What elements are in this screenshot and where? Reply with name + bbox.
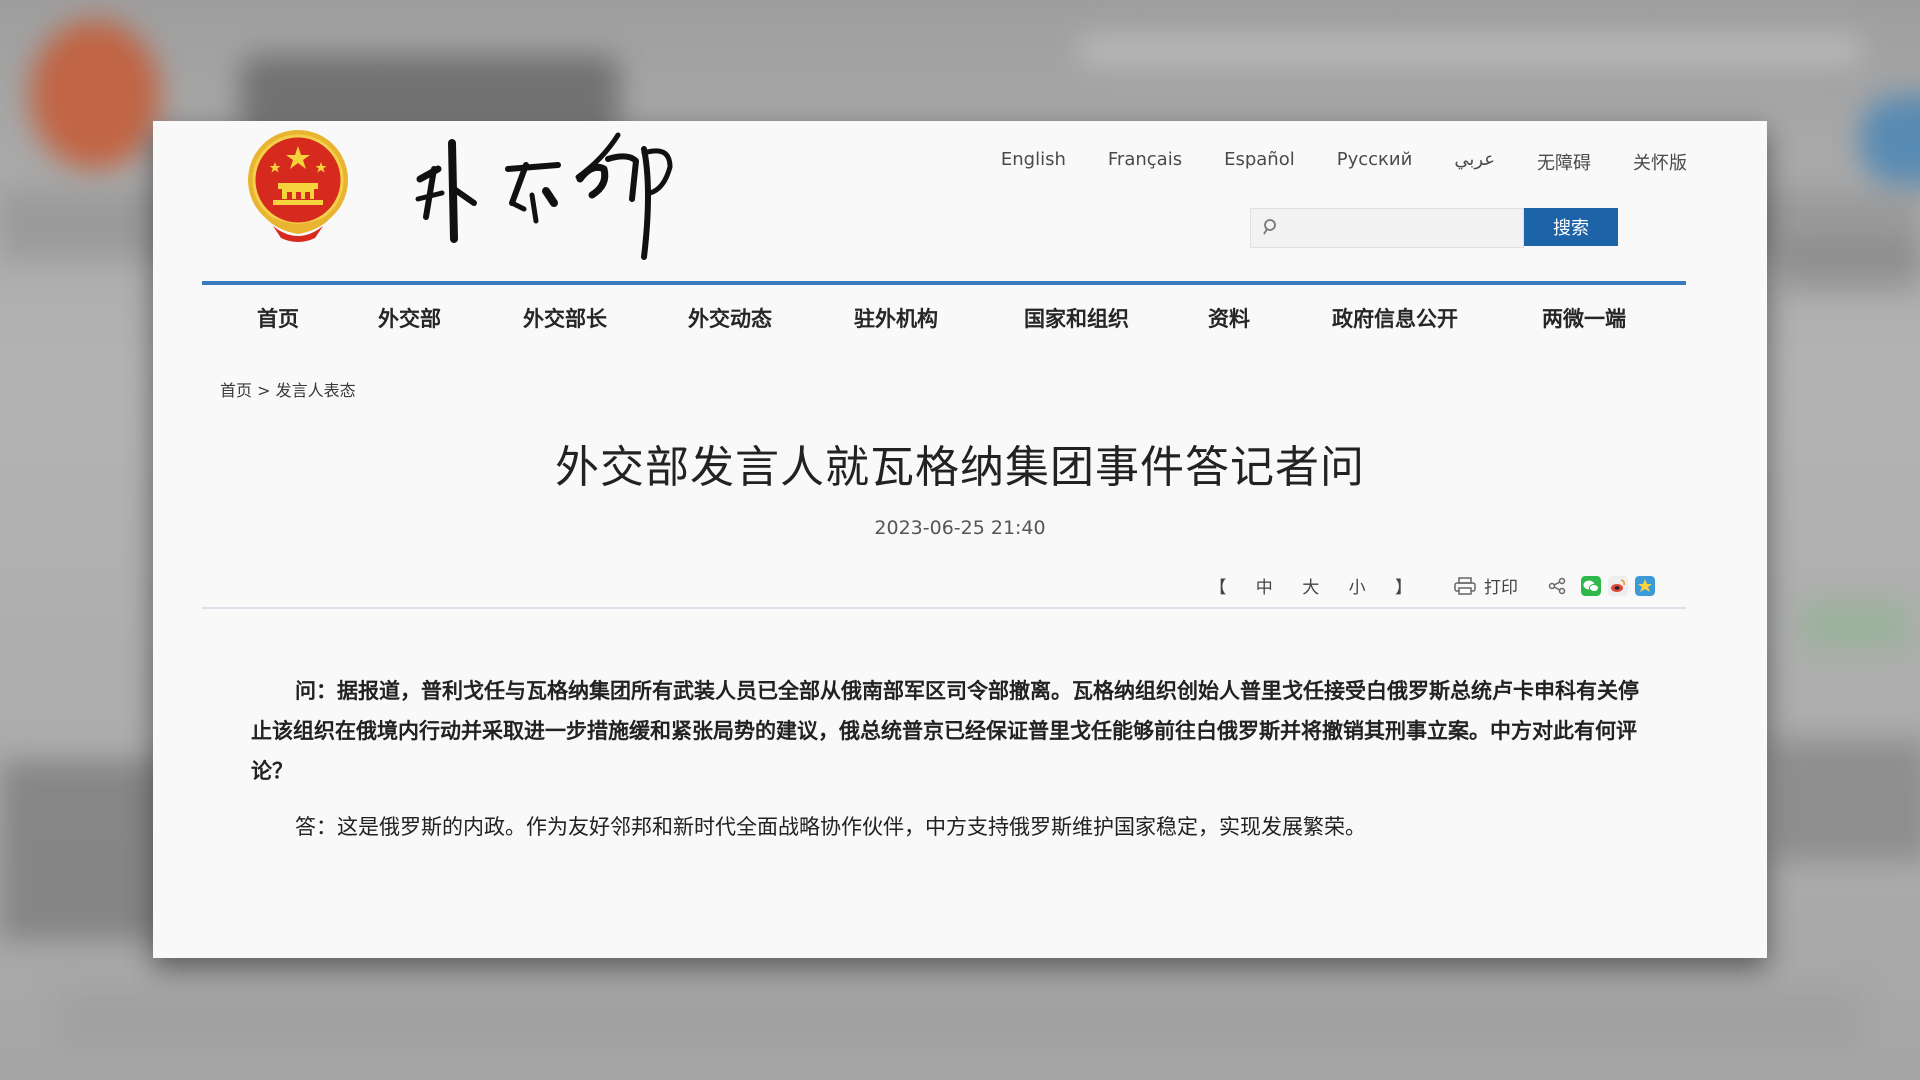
search-input[interactable] xyxy=(1250,208,1524,248)
language-bar: English Français Español Русский عربي 无障… xyxy=(1001,149,1687,175)
search-bar: 搜索 xyxy=(1250,208,1618,248)
wechat-icon[interactable] xyxy=(1581,575,1601,596)
lang-english[interactable]: English xyxy=(1001,149,1066,175)
nav-home[interactable]: 首页 xyxy=(257,303,299,333)
nav-minister[interactable]: 外交部长 xyxy=(523,303,607,333)
web-page-card: English Français Español Русский عربي 无障… xyxy=(153,121,1767,958)
article-toolbar: 【 中 大 小 】 打印 xyxy=(1203,573,1655,598)
nav-missions-abroad[interactable]: 驻外机构 xyxy=(854,303,938,333)
background-blur-shape xyxy=(0,760,170,940)
nav-gov-info-disclosure[interactable]: 政府信息公开 xyxy=(1332,303,1458,333)
background-blur-shape xyxy=(1770,740,1920,860)
ministry-calligraphy-logo[interactable] xyxy=(408,129,698,274)
lang-russian[interactable]: Русский xyxy=(1337,149,1413,175)
printer-icon[interactable] xyxy=(1454,576,1476,595)
nav-materials[interactable]: 资料 xyxy=(1208,303,1250,333)
search-button[interactable]: 搜索 xyxy=(1524,208,1618,246)
lang-spanish[interactable]: Español xyxy=(1224,149,1295,175)
font-size-large[interactable]: 大 xyxy=(1302,578,1325,598)
lang-french[interactable]: Français xyxy=(1108,149,1182,175)
article-title: 外交部发言人就瓦格纳集团事件答记者问 xyxy=(555,442,1365,493)
qzone-icon[interactable] xyxy=(1635,575,1655,596)
toolbar-divider xyxy=(202,607,1686,609)
national-emblem-icon[interactable] xyxy=(243,128,353,246)
nav-diplomatic-news[interactable]: 外交动态 xyxy=(688,303,772,333)
care-edition-link[interactable]: 关怀版 xyxy=(1633,149,1687,175)
search-icon xyxy=(1263,219,1276,235)
background-blur-shape xyxy=(1080,35,1860,65)
nav-weibo-wechat-app[interactable]: 两微一端 xyxy=(1542,303,1626,333)
header-divider xyxy=(202,281,1686,285)
article-question: 问：据报道，普利戈任与瓦格纳集团所有武装人员已全部从俄南部军区司令部撤离。瓦格纳… xyxy=(251,679,1639,783)
breadcrumb[interactable]: 首页 > 发言人表态 xyxy=(220,377,356,401)
bracket-open: 【 xyxy=(1209,578,1233,598)
accessibility-link[interactable]: 无障碍 xyxy=(1537,149,1591,175)
font-size-small[interactable]: 小 xyxy=(1349,578,1372,598)
article-body: 问：据报道，普利戈任与瓦格纳集团所有武装人员已全部从俄南部军区司令部撤离。瓦格纳… xyxy=(251,671,1641,847)
weibo-icon[interactable] xyxy=(1608,575,1628,596)
lang-arabic[interactable]: عربي xyxy=(1454,149,1495,175)
background-blur-shape xyxy=(1780,240,1920,290)
background-blur-shape xyxy=(1860,95,1920,185)
background-blur-shape xyxy=(1800,600,1910,650)
bracket-close: 】 xyxy=(1395,578,1418,598)
print-button[interactable]: 打印 xyxy=(1484,573,1518,598)
main-nav: 首页 外交部 外交部长 外交动态 驻外机构 国家和组织 资料 政府信息公开 两微… xyxy=(202,293,1686,341)
article-date: 2023-06-25 21:40 xyxy=(874,517,1046,539)
nav-ministry[interactable]: 外交部 xyxy=(378,303,441,333)
font-size-medium[interactable]: 中 xyxy=(1256,578,1279,598)
background-blur-shape xyxy=(60,990,1860,1050)
article-answer: 答：这是俄罗斯的内政。作为友好邻邦和新时代全面战略协作伙伴，中方支持俄罗斯维护国… xyxy=(295,815,1366,839)
share-icon[interactable] xyxy=(1548,577,1566,595)
font-size-switcher: 【 中 大 小 】 xyxy=(1203,573,1424,598)
background-blur-shape xyxy=(30,20,160,170)
nav-countries-orgs[interactable]: 国家和组织 xyxy=(1024,303,1129,333)
